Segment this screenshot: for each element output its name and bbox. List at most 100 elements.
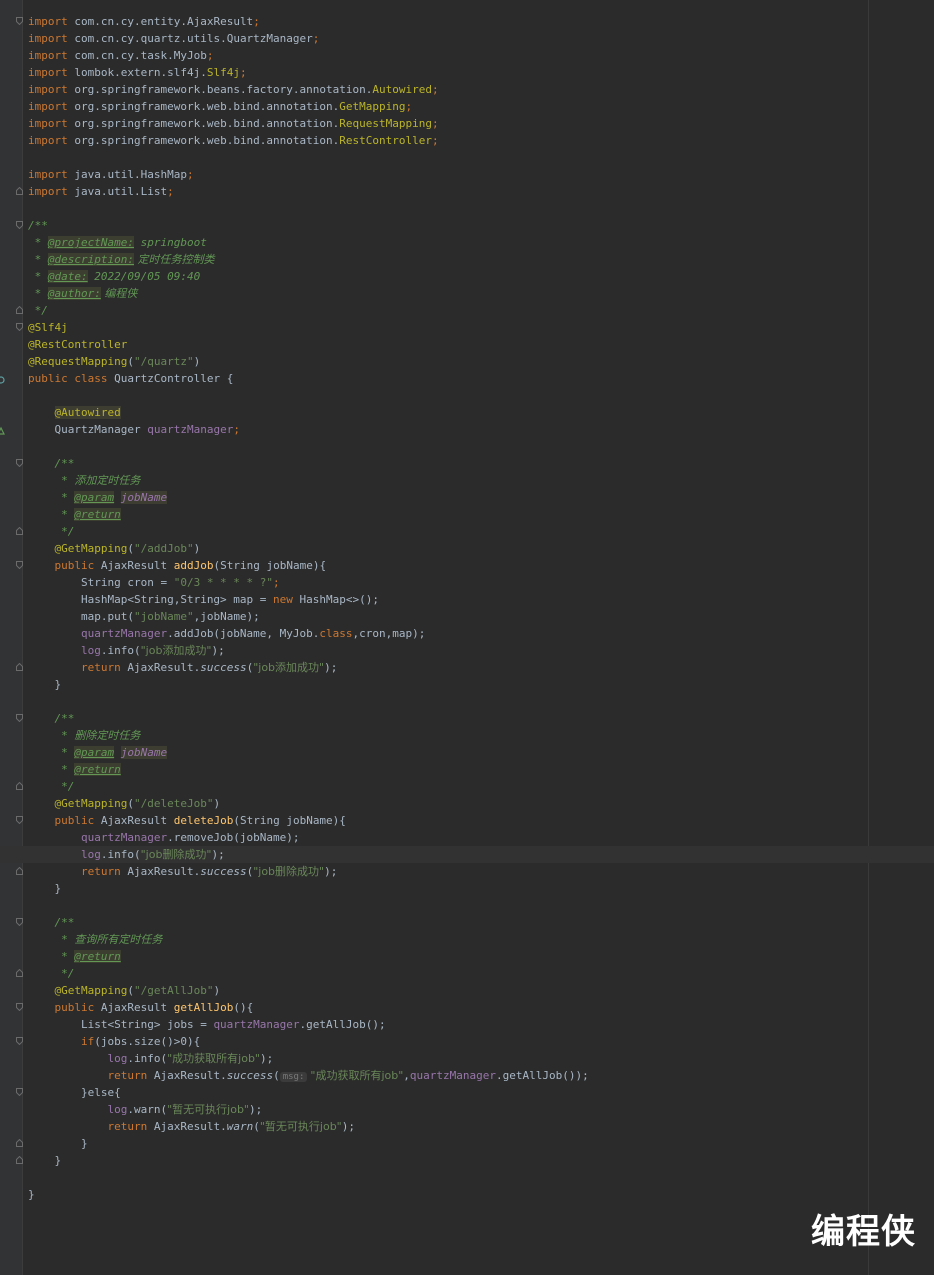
fold-icon[interactable] xyxy=(16,1088,23,1096)
code-line[interactable]: import org.springframework.web.bind.anno… xyxy=(0,115,934,132)
code-line[interactable]: String cron = "0/3 * * * * ?"; xyxy=(0,574,934,591)
code-line[interactable] xyxy=(0,1169,934,1186)
code-line[interactable]: import org.springframework.beans.factory… xyxy=(0,81,934,98)
code-line[interactable]: import com.cn.cy.task.MyJob; xyxy=(0,47,934,64)
code-line[interactable] xyxy=(0,387,934,404)
semicolon: ; xyxy=(273,576,280,589)
fold-icon[interactable] xyxy=(16,1003,23,1011)
string-literal: "job添加成功" xyxy=(140,644,212,657)
code-line[interactable]: /** xyxy=(0,914,934,931)
code-line[interactable]: @GetMapping("/addJob") xyxy=(0,540,934,557)
code-line[interactable]: quartzManager.removeJob(jobName); xyxy=(0,829,934,846)
code-line[interactable]: * @return xyxy=(0,506,934,523)
fold-icon[interactable] xyxy=(16,663,23,671)
code-line[interactable] xyxy=(0,149,934,166)
code-line[interactable]: import com.cn.cy.quartz.utils.QuartzMana… xyxy=(0,30,934,47)
autowire-icon[interactable] xyxy=(0,424,5,435)
code-line[interactable] xyxy=(0,438,934,455)
brace: } xyxy=(54,1154,62,1167)
code-line[interactable]: import org.springframework.web.bind.anno… xyxy=(0,98,934,115)
code-line[interactable]: }else{ xyxy=(0,1084,934,1101)
code-line[interactable]: HashMap<String,String> map = new HashMap… xyxy=(0,591,934,608)
code-line[interactable] xyxy=(0,897,934,914)
code-line[interactable]: QuartzManager quartzManager; xyxy=(0,421,934,438)
code-line[interactable]: @RequestMapping("/quartz") xyxy=(0,353,934,370)
code-line[interactable]: * @projectName: springboot xyxy=(0,234,934,251)
code-line[interactable]: List<String> jobs = quartzManager.getAll… xyxy=(0,1016,934,1033)
fold-icon[interactable] xyxy=(16,867,23,875)
code-line[interactable]: } xyxy=(0,1135,934,1152)
code-line[interactable]: import org.springframework.web.bind.anno… xyxy=(0,132,934,149)
code-line[interactable]: if(jobs.size()>0){ xyxy=(0,1033,934,1050)
fold-icon[interactable] xyxy=(16,221,23,229)
statement: ); xyxy=(324,865,338,878)
code-line[interactable]: */ xyxy=(0,965,934,982)
fold-icon[interactable] xyxy=(16,527,23,535)
code-line[interactable]: * @author: 编程侠 xyxy=(0,285,934,302)
fold-icon[interactable] xyxy=(16,459,23,467)
code-line[interactable]: @RestController xyxy=(0,336,934,353)
fold-icon[interactable] xyxy=(16,306,23,314)
code-line[interactable]: * 删除定时任务 xyxy=(0,727,934,744)
fold-icon[interactable] xyxy=(16,714,23,722)
code-line[interactable]: @Slf4j xyxy=(0,319,934,336)
code-line[interactable]: import lombok.extern.slf4j.Slf4j; xyxy=(0,64,934,81)
code-line[interactable]: } xyxy=(0,676,934,693)
doc-tag: @author: xyxy=(47,287,101,300)
code-line[interactable]: @GetMapping("/getAllJob") xyxy=(0,982,934,999)
code-line[interactable]: log.info("成功获取所有job"); xyxy=(0,1050,934,1067)
fold-icon[interactable] xyxy=(16,918,23,926)
code-line[interactable]: public AjaxResult deleteJob(String jobNa… xyxy=(0,812,934,829)
code-line[interactable]: * @return xyxy=(0,948,934,965)
code-line[interactable]: /** xyxy=(0,217,934,234)
code-line[interactable]: public AjaxResult getAllJob(){ xyxy=(0,999,934,1016)
spring-bean-icon[interactable] xyxy=(0,373,5,384)
fold-icon[interactable] xyxy=(16,1139,23,1147)
code-line[interactable]: */ xyxy=(0,523,934,540)
code-line[interactable]: */ xyxy=(0,302,934,319)
code-line[interactable]: quartzManager.addJob(jobName, MyJob.clas… xyxy=(0,625,934,642)
code-line[interactable]: } xyxy=(0,1186,934,1203)
code-line[interactable]: map.put("jobName",jobName); xyxy=(0,608,934,625)
code-line[interactable]: */ xyxy=(0,778,934,795)
fold-icon[interactable] xyxy=(16,816,23,824)
fold-icon[interactable] xyxy=(16,1037,23,1045)
code-line[interactable]: * @param jobName xyxy=(0,489,934,506)
code-line[interactable]: import com.cn.cy.entity.AjaxResult; xyxy=(0,13,934,30)
fold-icon[interactable] xyxy=(16,1156,23,1164)
code-line[interactable]: import java.util.List; xyxy=(0,183,934,200)
code-line[interactable]: return AjaxResult.success("job添加成功"); xyxy=(0,659,934,676)
code-line-current[interactable]: log.info("job删除成功"); xyxy=(0,846,934,863)
code-line[interactable]: log.warn("暂无可执行job"); xyxy=(0,1101,934,1118)
fold-icon[interactable] xyxy=(16,187,23,195)
code-line[interactable] xyxy=(0,693,934,710)
fold-icon[interactable] xyxy=(16,17,23,25)
code-line[interactable] xyxy=(0,200,934,217)
code-line[interactable]: @GetMapping("/deleteJob") xyxy=(0,795,934,812)
keyword: public xyxy=(54,814,95,827)
code-line[interactable]: public AjaxResult addJob(String jobName)… xyxy=(0,557,934,574)
code-line[interactable]: return AjaxResult.warn("暂无可执行job"); xyxy=(0,1118,934,1135)
code-editor[interactable]: import com.cn.cy.entity.AjaxResult; impo… xyxy=(0,0,934,1275)
code-line[interactable]: return AjaxResult.success("job删除成功"); xyxy=(0,863,934,880)
code-line[interactable]: @Autowired xyxy=(0,404,934,421)
code-line[interactable]: /** xyxy=(0,455,934,472)
code-line[interactable]: } xyxy=(0,880,934,897)
code-line[interactable]: * @date: 2022/09/05 09:40 xyxy=(0,268,934,285)
code-line[interactable]: * @description: 定时任务控制类 xyxy=(0,251,934,268)
fold-icon[interactable] xyxy=(16,782,23,790)
code-line[interactable]: * @param jobName xyxy=(0,744,934,761)
code-area[interactable]: import com.cn.cy.entity.AjaxResult; impo… xyxy=(0,13,934,1203)
code-line[interactable]: log.info("job添加成功"); xyxy=(0,642,934,659)
code-line[interactable]: * @return xyxy=(0,761,934,778)
code-line[interactable]: } xyxy=(0,1152,934,1169)
code-line[interactable]: * 查询所有定时任务 xyxy=(0,931,934,948)
code-line[interactable]: * 添加定时任务 xyxy=(0,472,934,489)
code-line[interactable]: import java.util.HashMap; xyxy=(0,166,934,183)
fold-icon[interactable] xyxy=(16,969,23,977)
fold-icon[interactable] xyxy=(16,561,23,569)
code-line[interactable]: public class QuartzController { xyxy=(0,370,934,387)
code-line[interactable]: return AjaxResult.success(msg: "成功获取所有job… xyxy=(0,1067,934,1084)
fold-icon[interactable] xyxy=(16,323,23,331)
code-line[interactable]: /** xyxy=(0,710,934,727)
